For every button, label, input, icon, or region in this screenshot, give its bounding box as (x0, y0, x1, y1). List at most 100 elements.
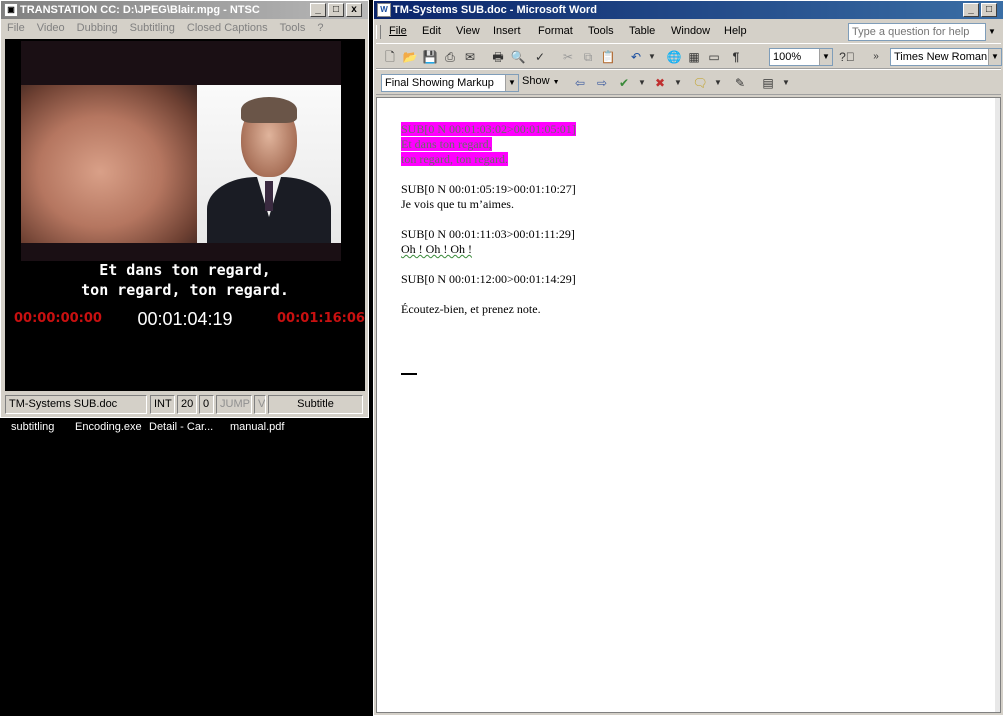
status-file: TM-Systems SUB.doc (5, 395, 147, 414)
video-image-right-person (197, 85, 341, 243)
word-menu-insert[interactable]: Insert (493, 25, 521, 37)
sub-header: SUB[0 N 00:01:11:03>00:01:11:29] (401, 227, 575, 241)
tables-icon[interactable]: ▦ (686, 49, 702, 65)
word-menu-window[interactable]: Window (671, 25, 710, 37)
print-icon[interactable]: 🖶 (490, 49, 506, 65)
sub-header-text: SUB[0 N 00:01:03:02>00:01:05:01] (401, 122, 576, 136)
left-title-bar[interactable]: ▣ TRANSTATION CC: D:\JPEG\Blair.mpg - NTS… (1, 1, 368, 19)
document-canvas[interactable]: SUB[0 N 00:01:03:02>00:01:05:01] Et dans… (376, 97, 1001, 713)
reject-dropdown-icon[interactable]: ▼ (670, 75, 686, 91)
minimize-button[interactable]: _ (310, 3, 326, 17)
next-change-icon[interactable]: ⇨ (594, 75, 610, 91)
spelling-icon[interactable]: ✓ (532, 49, 548, 65)
save-icon[interactable]: 💾 (422, 49, 438, 65)
print-preview-icon[interactable]: 🔍 (510, 49, 526, 65)
font-value: Times New Roman (894, 51, 988, 63)
sub-text-line: Oh ! Oh ! Oh ! (401, 242, 472, 256)
menu-video[interactable]: Video (37, 22, 65, 34)
zoom-select[interactable]: 100% ▼ (769, 48, 833, 66)
help-dropdown-icon[interactable]: ▼ (986, 23, 998, 41)
show-menu-button[interactable]: Show ▼ (522, 75, 560, 87)
word-minimize-button[interactable]: _ (963, 3, 979, 17)
left-status-bar: TM-Systems SUB.doc INT 20 0 JUMP V Subti… (5, 395, 365, 415)
open-icon[interactable]: 📂 (402, 49, 418, 65)
menu-tools[interactable]: Tools (280, 22, 306, 34)
cut-icon[interactable]: ✂ (560, 49, 576, 65)
permission-icon[interactable]: ⎙ (442, 49, 458, 65)
markup-dropdown-icon[interactable]: ▼ (505, 75, 518, 91)
markup-mode-select[interactable]: Final Showing Markup ▼ (381, 74, 519, 92)
previous-change-icon[interactable]: ⇦ (572, 75, 588, 91)
close-button[interactable]: x (346, 3, 362, 17)
hyperlink-icon[interactable]: 🌐 (666, 49, 682, 65)
end-of-document-marker (401, 373, 417, 375)
email-icon[interactable]: ✉ (462, 49, 478, 65)
help-search-input[interactable] (848, 23, 986, 41)
standard-toolbar: 🗋 📂 💾 ⎙ ✉ 🖶 🔍 ✓ ✂ ⧉ 📋 ↶ ▼ 🌐 ▦ ▭ ¶ 100% ▼ … (376, 43, 1002, 69)
zoom-dropdown-icon[interactable]: ▼ (819, 49, 832, 65)
vertical-scrollbar[interactable] (995, 98, 1000, 712)
word-title-bar[interactable]: W TM-Systems SUB.doc - Microsoft Word _ □ (374, 1, 1003, 19)
app-icon: ▣ (4, 3, 18, 18)
desktop-icon-label[interactable]: subtitling (11, 421, 54, 433)
paste-icon[interactable]: 📋 (600, 49, 616, 65)
sub-header: SUB[0 N 00:01:12:00>00:01:14:29] (401, 272, 576, 286)
word-menu-view[interactable]: View (456, 25, 480, 37)
person-hair-shape (241, 97, 297, 123)
word-menu-table[interactable]: Table (629, 25, 655, 37)
word-window-title: TM-Systems SUB.doc - Microsoft Word (393, 4, 597, 16)
status-n2: 0 (199, 395, 214, 414)
word-window: W TM-Systems SUB.doc - Microsoft Word _ □… (373, 0, 1004, 716)
document-map-icon[interactable]: ▭ (706, 49, 722, 65)
reviewing-pane-icon[interactable]: ▤ (760, 75, 776, 91)
reviewing-toolbar: Final Showing Markup ▼ Show ▼ ⇦ ⇨ ✔ ▼ ✖ ▼… (376, 69, 1001, 95)
help-icon[interactable]: ?⃞ (839, 49, 855, 65)
sub-text-line-text: Et dans ton regard, (401, 137, 492, 151)
person-tie-shape (265, 181, 273, 211)
menu-closed-captions[interactable]: Closed Captions (187, 22, 268, 34)
menu-file[interactable]: File (7, 22, 25, 34)
video-display[interactable]: Et dans ton regard, ton regard, ton rega… (5, 39, 365, 391)
status-type: Subtitle (268, 395, 363, 414)
word-menu-help[interactable]: Help (724, 25, 747, 37)
menu-help[interactable]: ? (317, 22, 323, 34)
subtitle-app-window: ▣ TRANSTATION CC: D:\JPEG\Blair.mpg - NTS… (0, 0, 369, 418)
show-dropdown-icon: ▼ (552, 79, 560, 86)
toolbar-options-icon[interactable]: » (868, 49, 884, 65)
font-dropdown-icon[interactable]: ▼ (988, 49, 1001, 65)
show-label: Show (522, 75, 550, 87)
subtitle-line-2: ton regard, ton regard. (81, 281, 289, 299)
maximize-button[interactable]: □ (328, 3, 344, 17)
comment-dropdown-icon[interactable]: ▼ (710, 75, 726, 91)
show-hide-icon[interactable]: ¶ (728, 49, 744, 65)
jump-button[interactable]: JUMP (216, 395, 252, 414)
sub-text-line: ton regard, ton regard. (401, 152, 508, 167)
word-menu-tools[interactable]: Tools (588, 25, 614, 37)
insert-comment-icon[interactable]: 🗨 (692, 75, 708, 91)
word-menu-file[interactable]: File (389, 25, 407, 37)
status-mode[interactable]: INT (150, 395, 175, 414)
desktop-icon-label[interactable]: Detail - Car... (149, 421, 213, 433)
desktop-icon-label[interactable]: manual.pdf (230, 421, 284, 433)
sub-text-line: Et dans ton regard, (401, 137, 492, 152)
accept-change-icon[interactable]: ✔ (616, 75, 632, 91)
accept-dropdown-icon[interactable]: ▼ (634, 75, 650, 91)
font-select[interactable]: Times New Roman ▼ (890, 48, 1002, 66)
menu-dubbing[interactable]: Dubbing (77, 22, 118, 34)
new-document-icon[interactable]: 🗋 (382, 49, 398, 65)
menu-grip (376, 25, 381, 39)
word-menu-format[interactable]: Format (538, 25, 573, 37)
undo-dropdown-icon[interactable]: ▼ (644, 49, 660, 65)
word-maximize-button[interactable]: □ (981, 3, 997, 17)
reviewing-pane-dropdown-icon[interactable]: ▼ (778, 75, 794, 91)
word-menu-edit[interactable]: Edit (422, 25, 441, 37)
desktop-icon-label[interactable]: Encoding.exe (75, 421, 142, 433)
copy-icon[interactable]: ⧉ (580, 49, 596, 65)
sub-header: SUB[0 N 00:01:05:19>00:01:10:27] (401, 182, 576, 196)
track-changes-icon[interactable]: ✎ (732, 75, 748, 91)
reject-change-icon[interactable]: ✖ (652, 75, 668, 91)
sub-text-line: Je vois que tu m’aimes. (401, 197, 514, 211)
menu-subtitling[interactable]: Subtitling (130, 22, 175, 34)
undo-icon[interactable]: ↶ (628, 49, 644, 65)
word-app-icon: W (377, 3, 391, 18)
